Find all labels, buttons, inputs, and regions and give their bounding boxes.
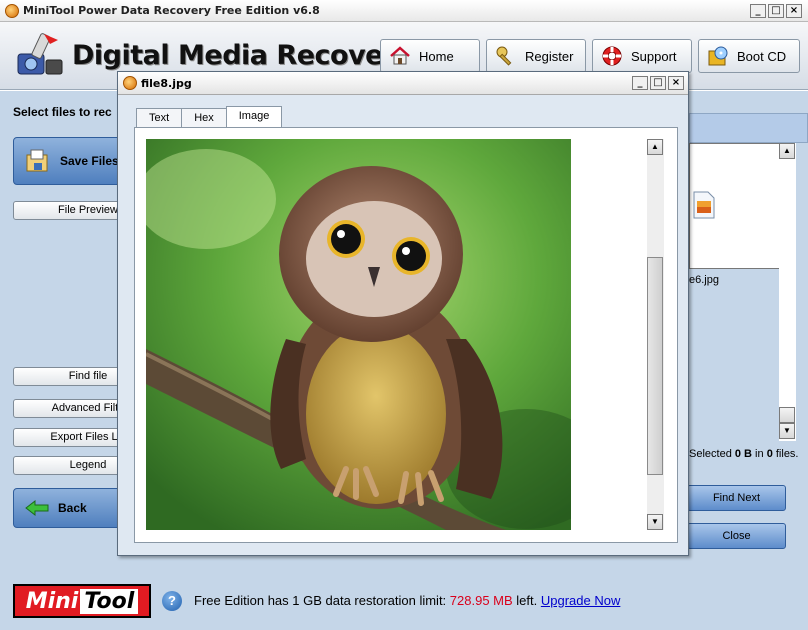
minitool-logo-word2: Tool xyxy=(80,588,139,614)
selected-suffix: files. xyxy=(772,448,799,460)
tab-hex[interactable]: Hex xyxy=(181,108,227,127)
lifebuoy-icon xyxy=(602,46,622,66)
tab-text[interactable]: Text xyxy=(136,108,183,127)
scroll-down-arrow-icon[interactable]: ▼ xyxy=(779,423,795,439)
dialog-minimize-button[interactable]: _ xyxy=(632,76,648,90)
preview-scroll-thumb[interactable] xyxy=(647,257,663,475)
limit-text-before: Free Edition has 1 GB data restoration l… xyxy=(194,593,450,608)
scroll-gap xyxy=(779,407,795,423)
boot-cd-label: Boot CD xyxy=(737,48,787,64)
digital-media-recovery-logo: Digital Media Recovery xyxy=(72,40,413,71)
footer-bar: Mini Tool ? Free Edition has 1 GB data re… xyxy=(0,575,808,630)
dialog-title: file8.jpg xyxy=(141,76,192,90)
select-files-label: Select files to rec xyxy=(13,105,112,119)
selected-mid: in xyxy=(752,448,767,460)
save-files-label: Save Files xyxy=(60,154,119,168)
boot-cd-button[interactable]: Boot CD xyxy=(698,39,800,73)
file-list-header xyxy=(689,113,808,143)
jpg-file-icon[interactable] xyxy=(693,191,715,219)
support-label: Support xyxy=(631,48,677,64)
key-icon xyxy=(496,46,512,66)
find-next-button[interactable]: Find Next xyxy=(687,485,786,511)
close-button[interactable]: × xyxy=(786,4,802,18)
selected-prefix: Selected xyxy=(689,448,735,460)
dialog-title-bar[interactable]: file8.jpg _ □ × xyxy=(118,72,688,95)
dialog-close-button[interactable]: × xyxy=(668,76,684,90)
dialog-maximize-button[interactable]: □ xyxy=(650,76,666,90)
cd-icon xyxy=(708,46,728,66)
save-files-icon xyxy=(26,149,48,172)
help-icon[interactable]: ? xyxy=(162,591,182,611)
home-label: Home xyxy=(419,48,454,64)
back-arrow-icon xyxy=(25,499,49,517)
preview-scroll-up-icon[interactable]: ▲ xyxy=(647,139,663,155)
maximize-button[interactable]: □ xyxy=(768,4,784,18)
limit-text-after: left. xyxy=(512,593,541,608)
register-button[interactable]: Register xyxy=(486,39,586,73)
preview-vertical-scrollbar[interactable]: ▲ ▼ xyxy=(647,139,664,530)
register-label: Register xyxy=(525,48,574,64)
main-title-bar: MiniTool Power Data Recovery Free Editio… xyxy=(0,0,808,22)
support-button[interactable]: Support xyxy=(592,39,692,73)
back-label: Back xyxy=(58,501,87,515)
close-list-button[interactable]: Close xyxy=(687,523,786,549)
selected-info: Selected 0 B in 0 files. xyxy=(689,448,799,460)
minitool-logo: Mini Tool xyxy=(13,584,151,618)
dialog-app-icon xyxy=(123,76,137,90)
minimize-button[interactable]: _ xyxy=(750,4,766,18)
preview-scroll-down-icon[interactable]: ▼ xyxy=(647,514,663,530)
scroll-up-arrow-icon[interactable]: ▲ xyxy=(779,143,795,159)
tab-image[interactable]: Image xyxy=(225,106,283,127)
preview-tabs: Text Hex Image xyxy=(136,106,283,128)
file-name-label[interactable]: e6.jpg xyxy=(689,274,719,286)
restoration-limit-text: Free Edition has 1 GB data restoration l… xyxy=(194,593,620,608)
owl-photo-preview xyxy=(146,139,571,530)
digital-media-logo-icon xyxy=(17,33,63,75)
home-button[interactable]: Home xyxy=(380,39,480,73)
file-preview-dialog: file8.jpg _ □ × Text Hex Image ▲ ▼ xyxy=(117,71,689,556)
minitool-logo-word1: Mini xyxy=(25,588,79,614)
home-icon xyxy=(390,46,410,65)
file-list-scrollbar[interactable]: ▲ ▼ xyxy=(779,143,796,441)
app-icon xyxy=(5,3,19,18)
window-title: MiniTool Power Data Recovery Free Editio… xyxy=(23,4,320,17)
remaining-amount: 728.95 MB xyxy=(449,593,513,608)
selected-size: 0 B xyxy=(734,448,752,460)
upgrade-now-link[interactable]: Upgrade Now xyxy=(541,593,621,608)
